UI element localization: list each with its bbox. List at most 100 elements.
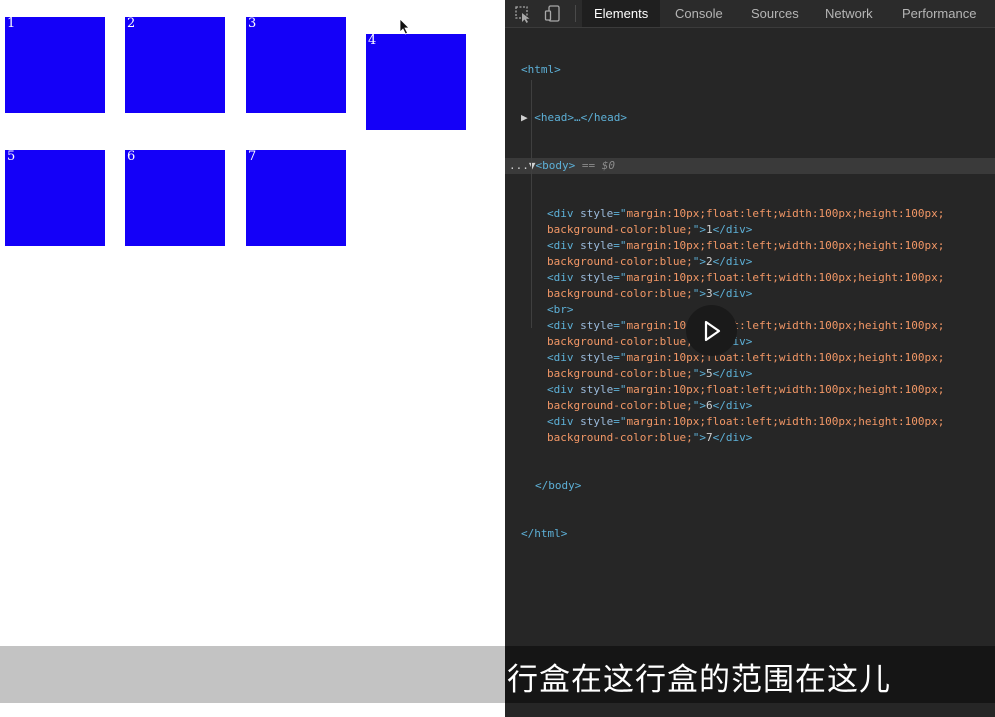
tab-performance[interactable]: Performance xyxy=(890,0,988,27)
dom-node-div[interactable]: <div style="margin:10px;float:left;width… xyxy=(505,270,995,286)
attr-value: margin:10px;float:left;width:100px;heigh… xyxy=(626,415,945,428)
blue-box-2: 2 xyxy=(125,17,225,113)
expand-triangle-icon[interactable]: ▶ xyxy=(521,111,534,124)
selected-node-marker: == $0 xyxy=(581,159,615,172)
attr-name: style xyxy=(580,415,614,428)
attr-name: style xyxy=(580,239,614,252)
box-label: 1 xyxy=(7,16,16,31)
blue-box-7: 7 xyxy=(246,150,346,246)
tag-div-open: <div xyxy=(547,271,581,284)
dom-node-body-close: </body> xyxy=(505,478,995,494)
attr-value: background-color:blue; xyxy=(547,399,693,412)
blue-box-6: 6 xyxy=(125,150,225,246)
dom-node-div[interactable]: <div style="margin:10px;float:left;width… xyxy=(505,206,995,222)
tab-sources[interactable]: Sources xyxy=(739,0,811,27)
attr-name: style xyxy=(580,351,614,364)
div-text: 2 xyxy=(705,255,713,268)
tag-body-close: </body> xyxy=(535,479,582,492)
attr-value: background-color:blue; xyxy=(547,255,693,268)
dom-node-head[interactable]: ▶ <head>…</head> xyxy=(505,110,995,126)
attr-value: background-color:blue; xyxy=(547,367,693,380)
attr-eq: =" xyxy=(613,319,627,332)
devtools-panel: Elements Console Sources Network Perform… xyxy=(505,0,995,717)
attr-value: margin:10px;float:left;width:100px;heigh… xyxy=(626,383,945,396)
tag-div-open: <div xyxy=(547,415,581,428)
dom-node-div-cont: background-color:blue;">2</div> xyxy=(505,254,995,270)
tag-body-open: <body> xyxy=(535,159,576,172)
tag-div-open: <div xyxy=(547,383,581,396)
box-label: 5 xyxy=(7,149,16,164)
dom-node-div[interactable]: <div style="margin:10px;float:left;width… xyxy=(505,318,995,334)
play-icon xyxy=(704,320,721,342)
attr-end: "> xyxy=(692,255,706,268)
tag-div-close: </div> xyxy=(712,431,753,444)
attr-eq: =" xyxy=(613,207,627,220)
attr-value: background-color:blue; xyxy=(547,335,693,348)
dom-node-div-cont: background-color:blue;">7</div> xyxy=(505,430,995,446)
attr-name: style xyxy=(580,319,614,332)
div-text: 3 xyxy=(705,287,713,300)
tab-network[interactable]: Network xyxy=(813,0,885,27)
dom-node-div-cont: background-color:blue;">1</div> xyxy=(505,222,995,238)
attr-end: "> xyxy=(692,399,706,412)
tag-head: <head>…</head> xyxy=(534,111,627,124)
dom-node-html[interactable]: <html> xyxy=(505,62,995,78)
dom-node-body[interactable]: ...▼<body> == $0 xyxy=(505,158,995,174)
attr-eq: =" xyxy=(613,383,627,396)
video-play-button[interactable] xyxy=(686,305,737,356)
div-node-list: <div style="margin:10px;float:left;width… xyxy=(505,206,995,446)
div-text: 6 xyxy=(705,399,713,412)
browser-viewport: 1 2 3 4 5 6 7 xyxy=(0,0,505,717)
tag-html-open: <html> xyxy=(521,63,561,76)
attr-value: background-color:blue; xyxy=(547,431,693,444)
attr-name: style xyxy=(580,271,614,284)
dom-node-div-cont: background-color:blue;">5</div> xyxy=(505,366,995,382)
attr-eq: =" xyxy=(613,415,627,428)
subtitle-text: 行盒在这行盒的范围在这儿 xyxy=(507,662,891,698)
tab-console[interactable]: Console xyxy=(663,0,735,27)
attr-end: "> xyxy=(692,431,706,444)
devtools-toolbar: Elements Console Sources Network Perform… xyxy=(505,0,995,28)
tag-div-open: <div xyxy=(547,351,581,364)
tag-html-close: </html> xyxy=(521,527,568,540)
inspect-element-icon[interactable] xyxy=(513,4,533,24)
device-toolbar-icon[interactable] xyxy=(543,4,563,24)
dom-node-div-cont: background-color:blue;">4</div> xyxy=(505,334,995,350)
tag-div-close: </div> xyxy=(712,255,753,268)
box-label: 4 xyxy=(368,33,377,48)
blue-box-1: 1 xyxy=(5,17,105,113)
attr-value: margin:10px;float:left;width:100px;heigh… xyxy=(626,207,945,220)
devtools-bottom xyxy=(505,703,995,717)
blue-box-3: 3 xyxy=(246,17,346,113)
dom-node-div[interactable]: <div style="margin:10px;float:left;width… xyxy=(505,350,995,366)
attr-eq: =" xyxy=(613,239,627,252)
tag-div-open: <div xyxy=(547,239,581,252)
attr-eq: =" xyxy=(613,351,627,364)
attr-end: "> xyxy=(692,367,706,380)
attr-eq: =" xyxy=(613,271,627,284)
video-subtitle: 行盒在这行盒的范围在这儿 xyxy=(505,646,995,703)
div-text: 5 xyxy=(705,367,713,380)
dom-node-div[interactable]: <div style="margin:10px;float:left;width… xyxy=(505,414,995,430)
div-text: 1 xyxy=(705,223,713,236)
attr-value: margin:10px;float:left;width:100px;heigh… xyxy=(626,239,945,252)
dom-tree: <html> ▶ <head>…</head> ...▼<body> == $0… xyxy=(505,30,995,574)
attr-end: "> xyxy=(692,287,706,300)
tag-br: <br> xyxy=(547,303,574,316)
tab-elements[interactable]: Elements xyxy=(582,0,661,27)
dom-node-br[interactable]: <br> xyxy=(505,302,995,318)
box-label: 2 xyxy=(127,16,136,31)
indent-guide xyxy=(531,80,532,328)
attr-value: margin:10px;float:left;width:100px;heigh… xyxy=(626,351,945,364)
div-text: 7 xyxy=(705,431,713,444)
tag-div-close: </div> xyxy=(712,223,753,236)
dom-node-div[interactable]: <div style="margin:10px;float:left;width… xyxy=(505,382,995,398)
attr-end: "> xyxy=(692,223,706,236)
attr-name: style xyxy=(580,207,614,220)
attr-name: style xyxy=(580,383,614,396)
more-options-icon[interactable]: ... xyxy=(509,159,529,172)
dom-node-div[interactable]: <div style="margin:10px;float:left;width… xyxy=(505,238,995,254)
toolbar-divider xyxy=(575,5,576,22)
collapse-triangle-icon[interactable]: ▼ xyxy=(529,159,536,172)
tag-div-open: <div xyxy=(547,319,581,332)
